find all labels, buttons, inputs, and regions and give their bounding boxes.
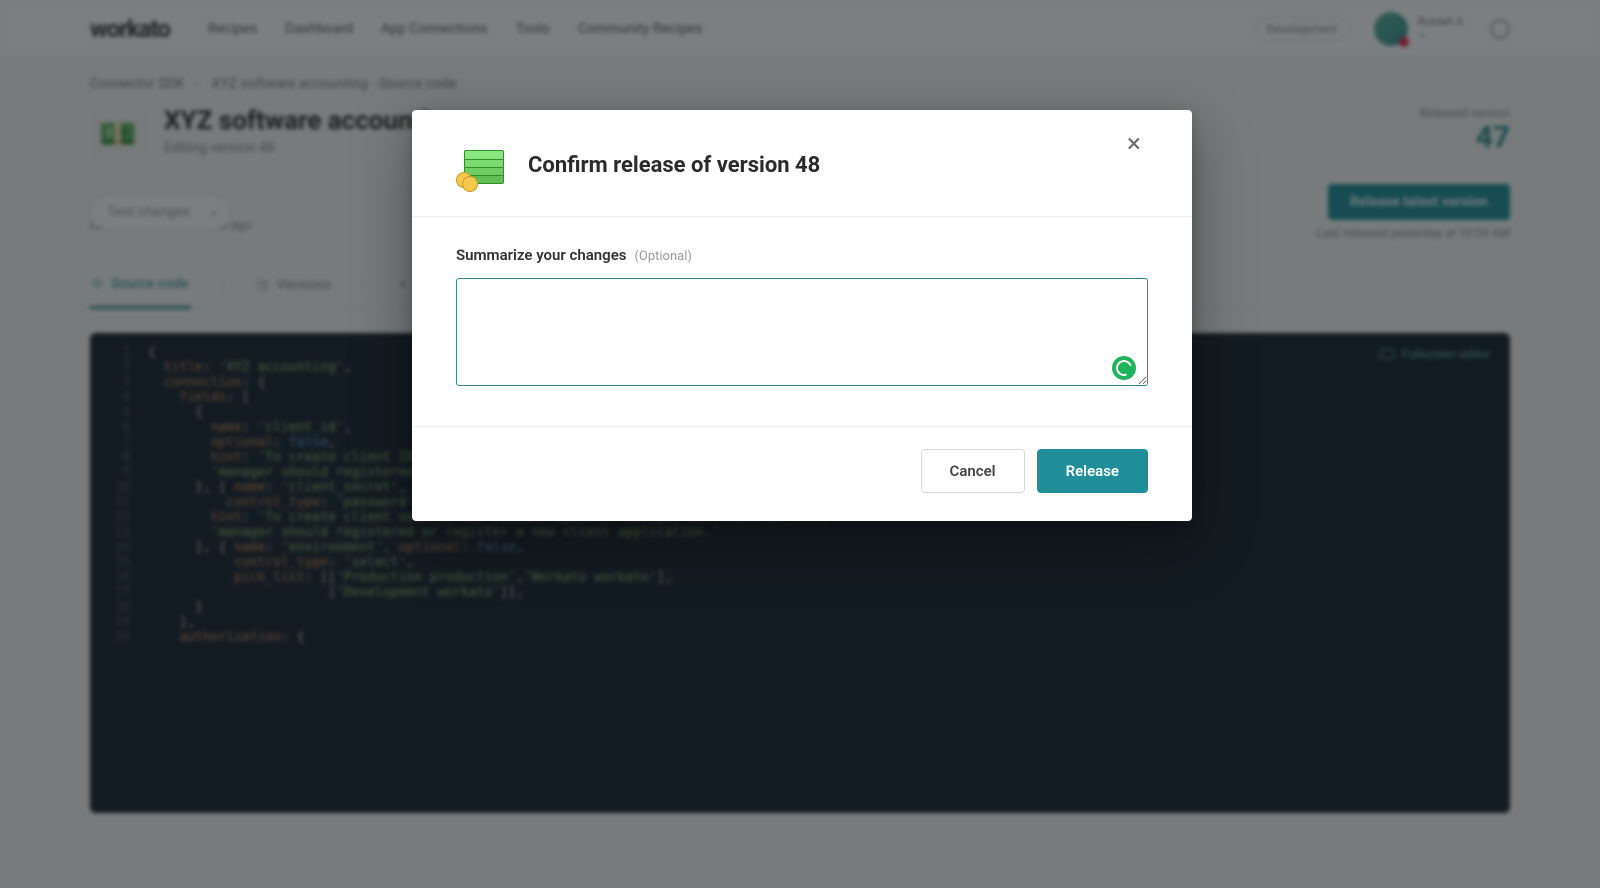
changes-label: Summarize your changes xyxy=(456,246,626,264)
modal-title: Confirm release of version 48 xyxy=(528,153,820,178)
grammarly-icon xyxy=(1112,356,1136,380)
cancel-button[interactable]: Cancel xyxy=(921,449,1025,493)
money-stack-icon xyxy=(456,140,510,190)
changes-optional: (Optional) xyxy=(634,249,691,264)
close-icon[interactable]: × xyxy=(1120,130,1148,158)
release-button[interactable]: Release xyxy=(1037,449,1148,493)
release-modal: Confirm release of version 48 × Summariz… xyxy=(412,110,1192,521)
changes-textarea[interactable] xyxy=(456,278,1148,386)
